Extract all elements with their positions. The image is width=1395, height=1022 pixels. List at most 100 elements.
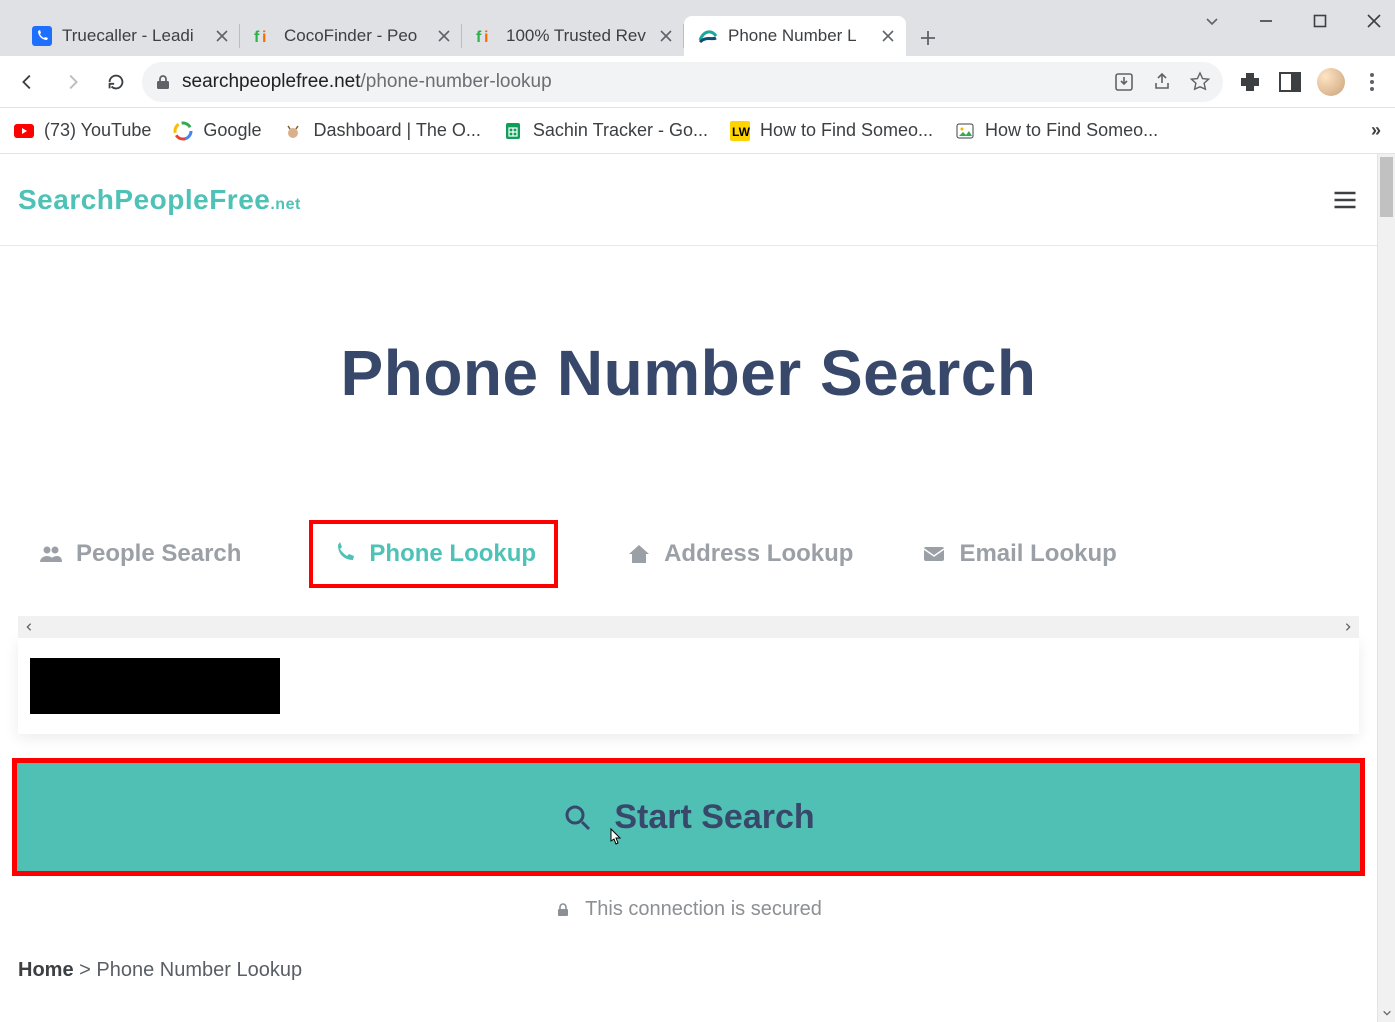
bookmark-howtofind-2[interactable]: How to Find Someo...	[955, 120, 1158, 141]
svg-text:LW: LW	[732, 125, 750, 139]
lock-icon	[555, 902, 571, 918]
hamburger-menu-icon[interactable]	[1331, 186, 1359, 214]
swoosh-teal-icon	[698, 26, 718, 46]
scrollbar-thumb[interactable]	[1380, 157, 1393, 217]
start-search-button[interactable]: Start Search	[17, 763, 1360, 871]
close-icon[interactable]	[214, 28, 230, 44]
search-icon	[562, 802, 592, 832]
mail-icon	[921, 541, 947, 567]
pointer-cursor-icon	[605, 827, 623, 849]
tab-phone-lookup[interactable]: Phone Lookup	[309, 520, 558, 588]
star-icon[interactable]	[1189, 71, 1211, 93]
bookmark-label: (73) YouTube	[44, 120, 151, 141]
maximize-button[interactable]	[1303, 4, 1337, 38]
tab-truecaller[interactable]: Truecaller - Leadi	[18, 16, 240, 56]
bookmark-dashboard[interactable]: Dashboard | The O...	[283, 120, 480, 141]
site-logo[interactable]: SearchPeopleFree.net	[18, 184, 301, 216]
svg-text:i: i	[262, 29, 266, 46]
tab-title: CocoFinder - Peo	[284, 26, 426, 46]
breadcrumb-home[interactable]: Home	[18, 959, 74, 981]
back-button[interactable]	[10, 64, 46, 100]
tab-phone-number-lookup[interactable]: Phone Number L	[684, 16, 906, 56]
phone-input[interactable]	[18, 638, 1359, 734]
search-type-tabs: People Search Phone Lookup Address Looku…	[0, 520, 1377, 588]
sidepanel-icon[interactable]	[1277, 69, 1303, 95]
start-search-highlight: Start Search	[12, 758, 1365, 876]
tab-title: Phone Number L	[728, 26, 870, 46]
bookmark-label: How to Find Someo...	[985, 120, 1158, 141]
breadcrumb: Home > Phone Number Lookup	[18, 959, 1377, 982]
lw-icon: LW	[730, 121, 750, 141]
bookmark-howtofind-1[interactable]: LW How to Find Someo...	[730, 120, 933, 141]
horizontal-scrollbar[interactable]	[18, 616, 1359, 638]
tab-label: Address Lookup	[664, 540, 853, 568]
close-icon[interactable]	[436, 28, 452, 44]
bookmark-label: Google	[203, 120, 261, 141]
svg-text:f: f	[254, 29, 260, 46]
tab-email-lookup[interactable]: Email Lookup	[921, 540, 1116, 568]
youtube-icon	[14, 121, 34, 141]
bookmarks-overflow[interactable]: »	[1371, 120, 1381, 141]
address-bar[interactable]: searchpeoplefree.net/phone-number-lookup	[142, 62, 1223, 102]
tab-label: Email Lookup	[959, 540, 1116, 568]
url-text: searchpeoplefree.net/phone-number-lookup	[182, 71, 552, 93]
tab-strip: Truecaller - Leadi fi CocoFinder - Peo f…	[0, 8, 946, 56]
forward-button[interactable]	[54, 64, 90, 100]
scroll-down-arrow-icon[interactable]	[1378, 1004, 1395, 1022]
close-window-button[interactable]	[1357, 4, 1391, 38]
start-search-label: Start Search	[614, 798, 814, 837]
close-icon[interactable]	[658, 28, 674, 44]
extensions-icon[interactable]	[1237, 69, 1263, 95]
people-icon	[38, 541, 64, 567]
chevron-down-icon[interactable]	[1195, 4, 1229, 38]
share-icon[interactable]	[1151, 71, 1173, 93]
minimize-button[interactable]	[1249, 4, 1283, 38]
svg-text:i: i	[484, 29, 488, 46]
bookmark-sheets[interactable]: Sachin Tracker - Go...	[503, 120, 708, 141]
phone-blue-icon	[32, 26, 52, 46]
secure-text: This connection is secured	[585, 898, 822, 921]
bookmark-label: Dashboard | The O...	[313, 120, 480, 141]
bookmark-google[interactable]: Google	[173, 120, 261, 141]
close-icon[interactable]	[880, 28, 896, 44]
toolbar-right-cluster	[1231, 68, 1385, 96]
site-header: SearchPeopleFree.net	[0, 154, 1377, 246]
tab-label: People Search	[76, 540, 241, 568]
window-controls	[1195, 4, 1391, 38]
bookmarks-bar: (73) YouTube Google Dashboard | The O...…	[0, 108, 1395, 154]
kebab-menu-icon[interactable]	[1359, 69, 1385, 95]
tab-title: 100% Trusted Rev	[506, 26, 648, 46]
browser-toolbar: searchpeoplefree.net/phone-number-lookup	[0, 56, 1395, 108]
tab-address-lookup[interactable]: Address Lookup	[626, 540, 853, 568]
google-g-icon	[173, 121, 193, 141]
redacted-input-value	[30, 658, 280, 714]
browser-titlebar: Truecaller - Leadi fi CocoFinder - Peo f…	[0, 0, 1395, 56]
home-icon	[626, 541, 652, 567]
bookmark-label: Sachin Tracker - Go...	[533, 120, 708, 141]
breadcrumb-current: Phone Number Lookup	[96, 959, 302, 981]
reload-button[interactable]	[98, 64, 134, 100]
vertical-scrollbar[interactable]	[1377, 154, 1395, 1022]
lock-icon	[154, 73, 172, 91]
page-viewport: SearchPeopleFree.net Phone Number Search…	[0, 154, 1395, 1022]
picture-icon	[955, 121, 975, 141]
bookmark-youtube[interactable]: (73) YouTube	[14, 120, 151, 141]
deer-icon	[283, 121, 303, 141]
scroll-left-arrow-icon[interactable]	[18, 616, 40, 638]
sheets-icon	[503, 121, 523, 141]
secure-connection-note: This connection is secured	[0, 898, 1377, 921]
page-content: SearchPeopleFree.net Phone Number Search…	[0, 154, 1377, 1022]
fi-green-icon: fi	[476, 26, 496, 46]
tab-cocofinder[interactable]: fi CocoFinder - Peo	[240, 16, 462, 56]
phone-icon	[331, 541, 357, 567]
bookmark-label: How to Find Someo...	[760, 120, 933, 141]
tab-trusted-rev[interactable]: fi 100% Trusted Rev	[462, 16, 684, 56]
omnibox-actions	[1113, 71, 1211, 93]
tab-people-search[interactable]: People Search	[38, 540, 241, 568]
page-title: Phone Number Search	[0, 336, 1377, 410]
profile-avatar[interactable]	[1317, 68, 1345, 96]
install-icon[interactable]	[1113, 71, 1135, 93]
scroll-right-arrow-icon[interactable]	[1337, 616, 1359, 638]
breadcrumb-sep: >	[79, 959, 91, 981]
new-tab-button[interactable]	[910, 20, 946, 56]
